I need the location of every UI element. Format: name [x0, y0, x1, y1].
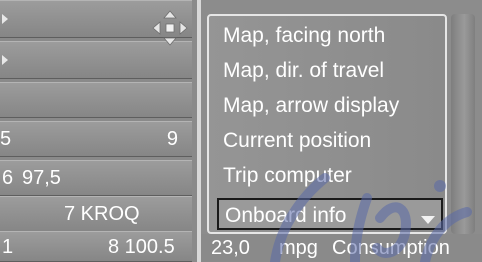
preset-number: 5 [0, 128, 12, 150]
list-row-5[interactable]: 6 97,5 [0, 160, 192, 196]
nav-display-screen: 5 9 6 97,5 7 KROQ 1 8 100.5 Map, facing … [0, 0, 482, 262]
menu-item-map-travel-direction[interactable]: Map, dir. of travel [223, 60, 384, 81]
left-station-list: 5 9 6 97,5 7 KROQ 1 8 100.5 [0, 0, 197, 262]
preset-number: 6 [2, 167, 14, 189]
preset-label: 9 [166, 128, 178, 150]
consumption-label: Consumption [332, 237, 450, 259]
list-row-4[interactable]: 5 9 [0, 121, 192, 157]
menu-scrollbar[interactable] [451, 14, 475, 234]
compass-arrows-icon[interactable] [152, 10, 188, 46]
menu-item-current-position[interactable]: Current position [223, 130, 371, 151]
preset-label: 8 100.5 [108, 235, 175, 258]
preset-label: 97,5 [22, 167, 61, 189]
list-row-3[interactable] [0, 82, 192, 118]
menu-item-trip-computer[interactable]: Trip computer [223, 165, 352, 186]
list-row-7[interactable]: 1 8 100.5 [0, 231, 192, 262]
list-row-2[interactable] [0, 41, 192, 79]
consumption-value: 23,0 [211, 237, 250, 259]
consumption-status-bar: 23,0 mpg Consumption [201, 234, 482, 262]
right-menu-pane: Map, facing north Map, dir. of travel Ma… [201, 0, 482, 262]
list-row-6[interactable]: 7 KROQ [0, 196, 192, 232]
triangle-down-icon [421, 216, 435, 224]
view-menu: Map, facing north Map, dir. of travel Ma… [207, 14, 447, 234]
preset-label: 7 KROQ [64, 203, 140, 225]
selected-item-label: Onboard info [225, 204, 347, 227]
consumption-unit: mpg [279, 237, 318, 259]
menu-item-map-north[interactable]: Map, facing north [223, 25, 385, 46]
preset-number: 1 [2, 235, 14, 258]
chevron-right-icon [2, 55, 8, 65]
menu-item-onboard-info[interactable]: Onboard info [217, 198, 443, 230]
chevron-right-icon [2, 14, 8, 24]
menu-item-map-arrow-display[interactable]: Map, arrow display [223, 95, 399, 116]
